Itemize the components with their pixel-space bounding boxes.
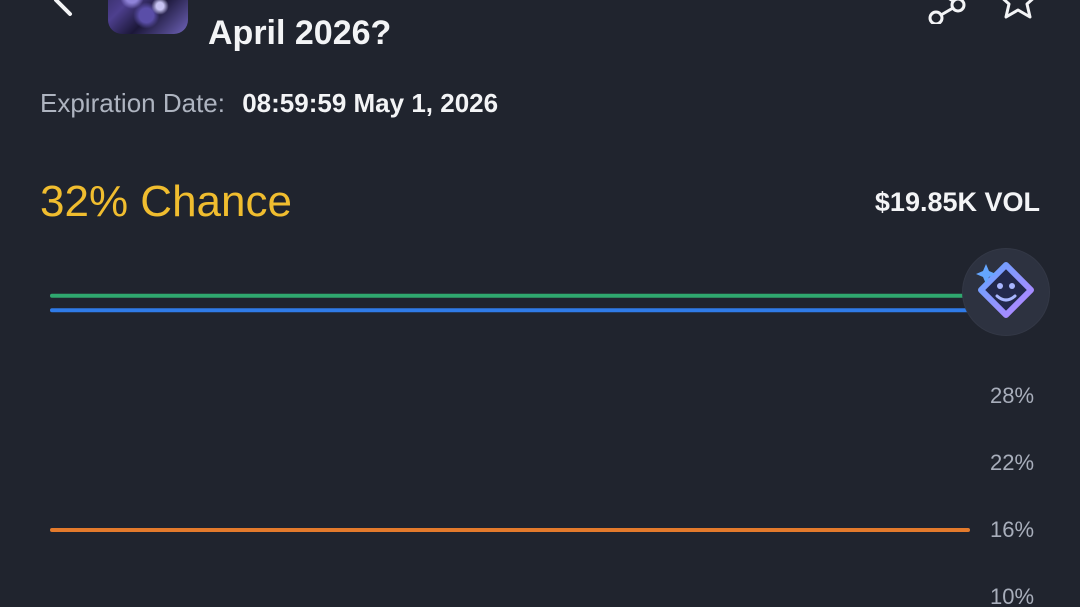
expiration-label: Expiration Date: <box>40 88 225 118</box>
assistant-button[interactable] <box>962 248 1050 336</box>
y-tick-label: 28% <box>990 383 1034 408</box>
share-icon <box>928 0 966 26</box>
probability-chart: 28% 22% 16% 10% <box>0 250 1080 607</box>
y-tick-label: 22% <box>990 450 1034 475</box>
ai-assistant-icon <box>976 262 1034 318</box>
y-tick-label: 16% <box>990 517 1034 542</box>
trading-volume: $19.85K VOL <box>874 187 1040 217</box>
page-title: April 2026? <box>208 14 392 52</box>
market-thumbnail <box>108 0 188 34</box>
probability-chart-svg: 28% 22% 16% 10% <box>50 293 1034 607</box>
y-tick-label: 10% <box>990 584 1034 607</box>
back-button[interactable] <box>44 0 84 22</box>
chevron-left-icon <box>54 0 72 16</box>
share-button[interactable] <box>922 0 970 26</box>
chance-percentage: 32% Chance <box>40 177 292 226</box>
market-detail-screen: April 2026? Expiration Date: 08:59:59 Ma… <box>0 0 1080 607</box>
expiration-row: Expiration Date: 08:59:59 May 1, 2026 <box>40 86 498 120</box>
expiration-value: 08:59:59 May 1, 2026 <box>242 88 499 118</box>
star-icon <box>1002 0 1034 19</box>
favorite-button[interactable] <box>996 0 1040 22</box>
